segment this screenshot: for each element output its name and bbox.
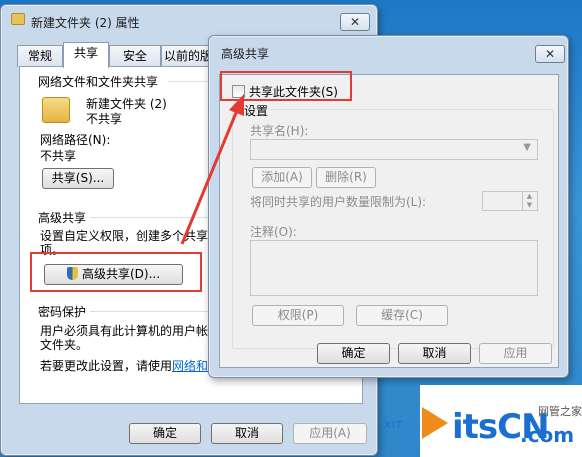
password-text-2: 文件夹。: [40, 338, 89, 352]
watermark-site-text: XIT: [384, 420, 403, 431]
dropdown-arrow-icon: ▼: [523, 142, 531, 153]
caching-button[interactable]: 缓存(C): [356, 305, 448, 326]
advanced-sharing-title: 高级共享: [221, 47, 270, 61]
spin-up-icon[interactable]: ▲: [522, 192, 536, 201]
advanced-sharing-divider: [90, 217, 208, 218]
comment-label: 注释(O):: [250, 225, 297, 239]
add-share-button[interactable]: 添加(A): [252, 167, 312, 188]
network-sharing-divider: [168, 81, 208, 82]
advanced-sharing-client: 共享此文件夹(S) 设置 共享名(H): ▼ 添加(A) 删除(R) 将同时共享…: [219, 74, 559, 368]
logo-suffix: .com: [520, 423, 575, 447]
network-path-value: 不共享: [40, 149, 77, 163]
highlight-share-checkbox: [220, 71, 352, 101]
properties-titlebar[interactable]: 新建文件夹 (2) 属性 ✕: [1, 5, 377, 37]
tab-sharing[interactable]: 共享: [63, 42, 109, 68]
password-protection-divider: [90, 311, 208, 312]
properties-title: 新建文件夹 (2) 属性: [31, 16, 140, 30]
watermark-logo: itsCN 网管之家 .com: [420, 385, 582, 457]
user-limit-spinner[interactable]: ▲ ▼: [482, 191, 538, 211]
comment-textarea[interactable]: [250, 240, 538, 296]
properties-apply-button[interactable]: 应用(A): [293, 423, 367, 444]
tab-previous-versions[interactable]: 以前的版: [161, 45, 215, 67]
logo-tagline: 网管之家: [538, 405, 582, 418]
network-sharing-header: 网络文件和文件夹共享: [38, 75, 159, 89]
share-button[interactable]: 共享(S)...: [42, 168, 114, 189]
folder-icon: [11, 13, 25, 25]
properties-close-button[interactable]: ✕: [340, 13, 370, 31]
remove-share-button[interactable]: 删除(R): [316, 167, 376, 188]
shared-folder-icon: [42, 97, 70, 123]
logo-emblem-icon: [422, 407, 448, 439]
properties-ok-button[interactable]: 确定: [129, 423, 201, 444]
advanced-apply-button[interactable]: 应用: [479, 343, 552, 364]
properties-cancel-button[interactable]: 取消: [211, 423, 283, 444]
advanced-sharing-titlebar[interactable]: 高级共享 ✕: [209, 36, 568, 68]
advanced-sharing-close-button[interactable]: ✕: [535, 45, 565, 63]
folder-share-state: 不共享: [86, 112, 123, 126]
advanced-ok-button[interactable]: 确定: [317, 343, 390, 364]
advanced-sharing-header: 高级共享: [38, 211, 87, 225]
spin-down-icon[interactable]: ▼: [522, 201, 536, 210]
password-protection-header: 密码保护: [38, 305, 87, 319]
network-sharing-center-link[interactable]: 网络和: [172, 359, 208, 373]
settings-header: 设置: [242, 102, 271, 119]
user-limit-label: 将同时共享的用户数量限制为(L):: [250, 195, 427, 209]
permissions-button[interactable]: 权限(P): [252, 305, 344, 326]
highlight-advanced-sharing-button: [30, 252, 202, 292]
advanced-sharing-desc-1: 设置自定义权限，创建多个共享: [40, 229, 209, 243]
share-name-label: 共享名(H):: [250, 124, 309, 138]
password-text-3: 若要更改此设置，请使用网络和: [40, 357, 208, 374]
tab-general[interactable]: 常规: [17, 45, 63, 67]
share-name-combobox[interactable]: ▼: [250, 139, 538, 160]
tab-security[interactable]: 安全: [109, 45, 161, 67]
network-path-label: 网络路径(N):: [40, 133, 111, 147]
password-text-3-prefix: 若要更改此设置，请使用: [40, 359, 173, 373]
advanced-cancel-button[interactable]: 取消: [398, 343, 471, 364]
